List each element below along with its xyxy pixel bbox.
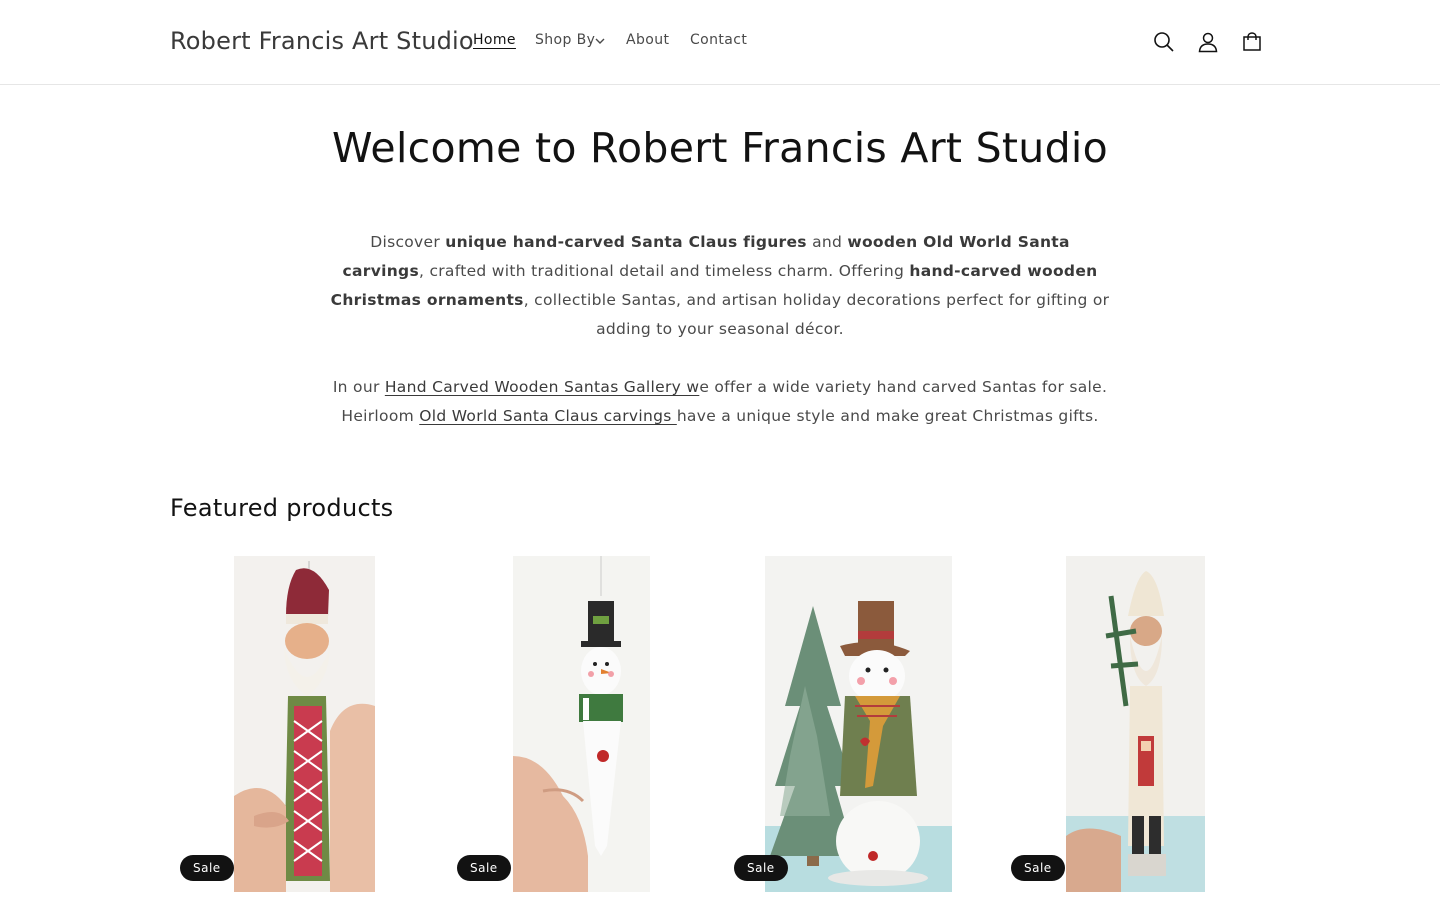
intro-bold-santa-figures: unique hand-carved Santa Claus figures [445, 233, 807, 251]
santa-ornament-photo[interactable] [234, 556, 375, 892]
intro-text-span: have a unique style and make great Chris… [676, 407, 1099, 425]
chevron-down-icon[interactable] [594, 35, 606, 47]
product-card[interactable] [765, 556, 952, 892]
product-card[interactable] [513, 556, 650, 892]
product-card[interactable] [1066, 556, 1205, 892]
sale-badge: Sale [457, 855, 511, 881]
intro-text-span: , collectible Santas, and artisan holida… [523, 291, 1110, 338]
site-header: Robert Francis Art Studio Home Shop By A… [0, 0, 1440, 85]
santa-tall-carving-photo[interactable] [1066, 556, 1205, 892]
featured-products-heading: Featured products [170, 494, 394, 522]
old-world-santa-link[interactable]: Old World Santa Claus carvings [419, 407, 677, 425]
nav-home[interactable]: Home [473, 32, 516, 48]
intro-text-span: In our [332, 378, 385, 396]
product-card[interactable] [234, 556, 375, 892]
intro-text-span: Discover [370, 233, 446, 251]
intro-text-span: , crafted with traditional detail and ti… [418, 262, 910, 280]
snowman-figure-photo[interactable] [765, 556, 952, 892]
account-icon[interactable] [1192, 26, 1224, 58]
search-icon[interactable] [1148, 26, 1180, 58]
intro-text: Discover unique hand-carved Santa Claus … [330, 228, 1110, 431]
sale-badge: Sale [734, 855, 788, 881]
intro-paragraph-1: Discover unique hand-carved Santa Claus … [330, 228, 1110, 344]
nav-shop-by[interactable]: Shop By [535, 32, 595, 48]
page-title: Welcome to Robert Francis Art Studio [331, 124, 1108, 172]
intro-text-span: and [806, 233, 848, 251]
gallery-link[interactable]: Hand Carved Wooden Santas Gallery w [385, 378, 699, 396]
sale-badge: Sale [180, 855, 234, 881]
intro-paragraph-2: In our Hand Carved Wooden Santas Gallery… [330, 373, 1110, 431]
site-logo[interactable]: Robert Francis Art Studio [170, 27, 474, 55]
sale-badge: Sale [1011, 855, 1065, 881]
nav-contact[interactable]: Contact [690, 32, 747, 48]
snowman-ornament-photo[interactable] [513, 556, 650, 892]
cart-icon[interactable] [1236, 26, 1268, 58]
nav-about[interactable]: About [626, 32, 669, 48]
